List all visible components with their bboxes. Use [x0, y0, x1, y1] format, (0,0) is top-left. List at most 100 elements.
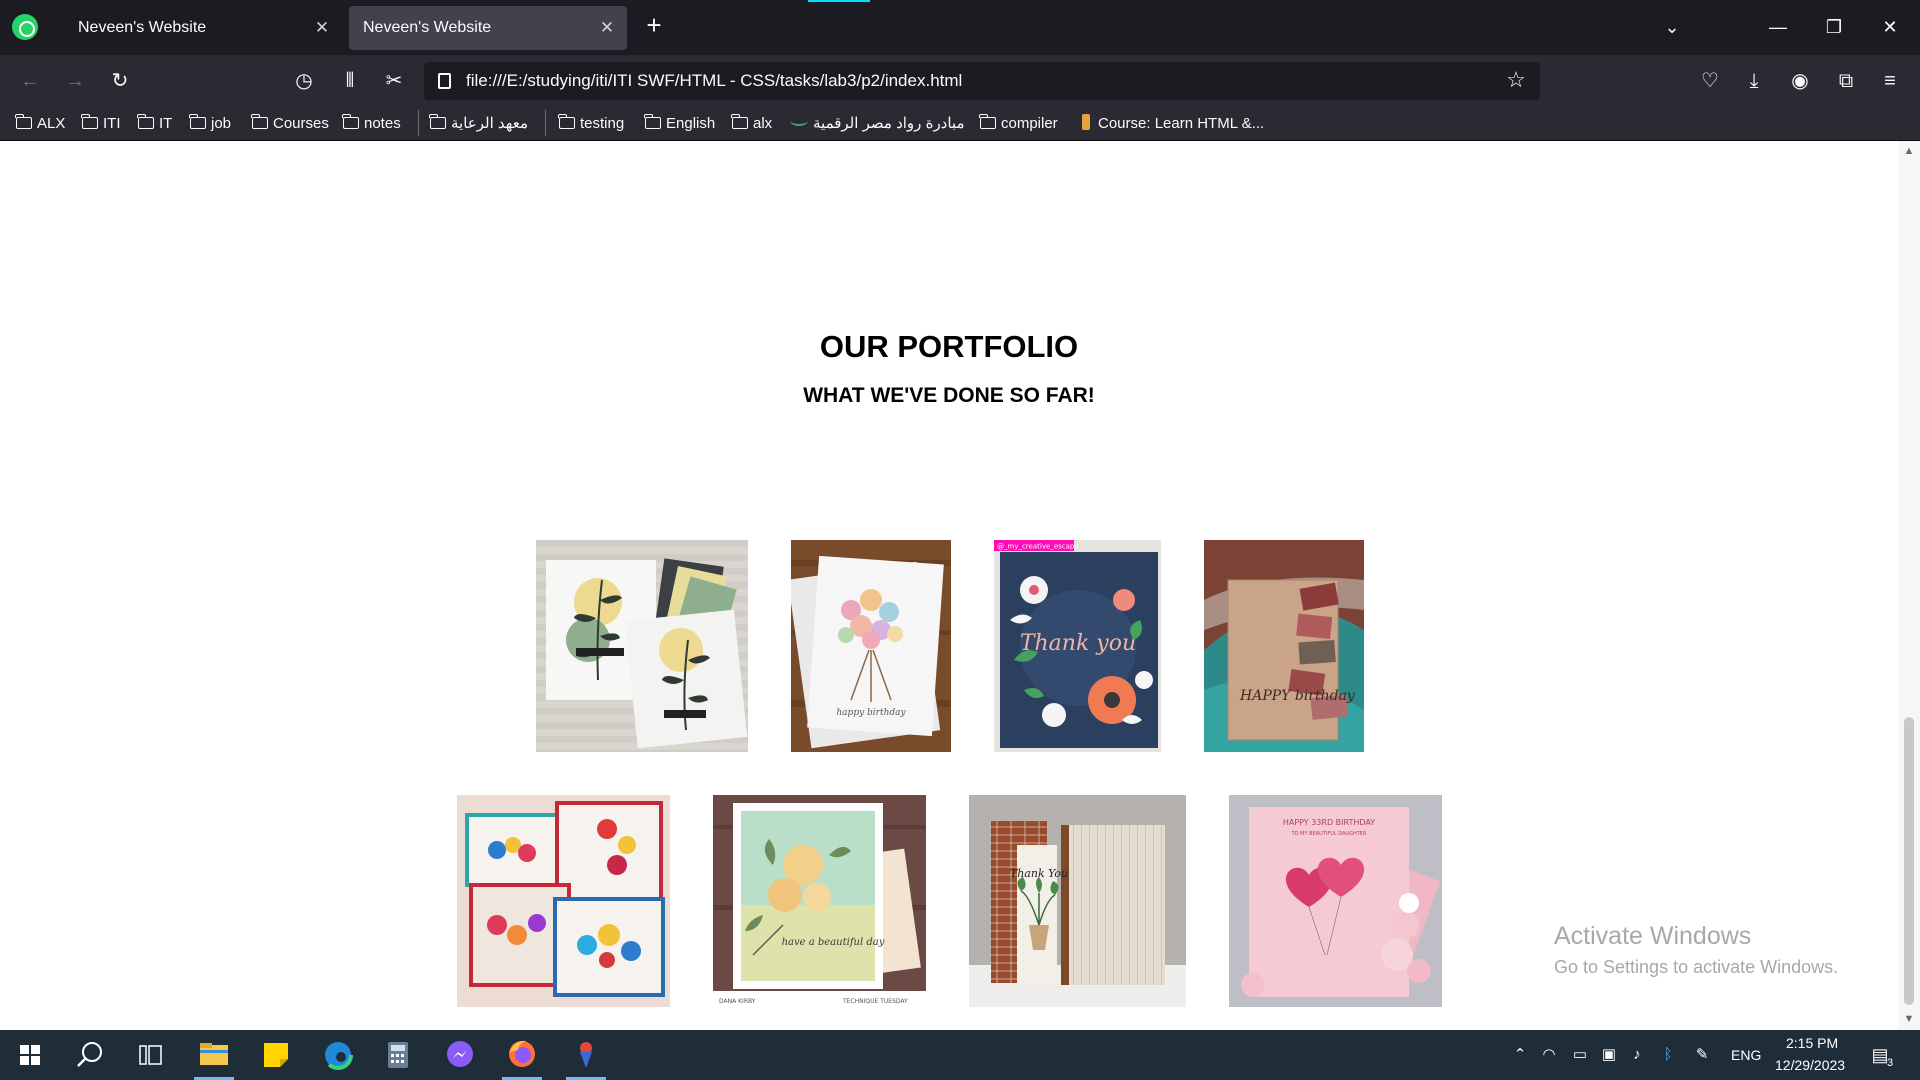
- bookmark-folder[interactable]: notes: [342, 113, 401, 135]
- download-icon[interactable]: ⤓: [1740, 67, 1768, 95]
- messenger-icon[interactable]: [434, 1030, 486, 1080]
- extensions-icon[interactable]: ⧉: [1832, 67, 1860, 95]
- url-bar[interactable]: file:///E:/studying/iti/ITI SWF/HTML - C…: [424, 62, 1540, 100]
- tab-bar: Neveen's Website ✕ Neveen's Website ✕ + …: [0, 0, 1920, 55]
- page-viewport: OUR PORTFOLIO WHAT WE'VE DONE SO FAR! ha…: [0, 141, 1920, 1030]
- chevron-up-icon[interactable]: ⌃: [1510, 1045, 1530, 1065]
- calculator-icon[interactable]: [372, 1030, 424, 1080]
- navigation-toolbar: ← → ↻ ◷ ⫴ ✂ file:///E:/studying/iti/ITI …: [0, 55, 1920, 107]
- tab-active[interactable]: Neveen's Website ✕: [349, 6, 627, 50]
- bookmark-separator: [545, 110, 546, 136]
- firefox-icon[interactable]: [496, 1030, 548, 1080]
- restore-button[interactable]: ❐: [1816, 12, 1852, 42]
- card-caption: have a beautiful day: [782, 937, 885, 948]
- page-scrollbar[interactable]: ▲ ▼: [1898, 141, 1920, 1030]
- volume-icon[interactable]: ♪: [1627, 1045, 1647, 1065]
- tab-inactive[interactable]: Neveen's Website ✕: [64, 6, 342, 50]
- new-tab-button[interactable]: +: [642, 12, 666, 38]
- start-button[interactable]: [4, 1030, 56, 1080]
- scroll-down-icon[interactable]: ▼: [1903, 1013, 1915, 1025]
- folder-icon: [644, 114, 661, 129]
- url-text[interactable]: file:///E:/studying/iti/ITI SWF/HTML - C…: [466, 62, 962, 100]
- folder-icon: [251, 114, 268, 129]
- minimize-button[interactable]: —: [1760, 12, 1796, 42]
- history-icon[interactable]: ◷: [290, 67, 318, 95]
- bluetooth-icon[interactable]: ᛒ: [1658, 1045, 1678, 1065]
- task-view-icon[interactable]: [124, 1030, 176, 1080]
- sticky-notes-icon[interactable]: [250, 1030, 302, 1080]
- language-indicator[interactable]: ENG: [1731, 1047, 1761, 1063]
- card-credit-left: DANA KIRBY: [719, 998, 756, 1005]
- battery-icon[interactable]: ▭: [1570, 1045, 1590, 1065]
- reload-button[interactable]: ↻: [106, 67, 134, 95]
- portfolio-image-leaf-cards: [536, 540, 748, 752]
- portfolio-image-envelopes-card: HAPPY birthday: [1204, 540, 1364, 752]
- search-icon[interactable]: [64, 1030, 116, 1080]
- card-credit-right: TECHNIQUE TUESDAY: [842, 998, 908, 1005]
- folder-icon: [189, 114, 206, 129]
- file-explorer-icon[interactable]: [188, 1030, 240, 1080]
- scroll-up-icon[interactable]: ▲: [1903, 145, 1915, 157]
- portfolio-image-beautiful-day-card: DANA KIRBY TECHNIQUE TUESDAY have a beau…: [713, 795, 926, 1007]
- menu-icon[interactable]: ≡: [1876, 67, 1904, 95]
- close-window-button[interactable]: ✕: [1872, 12, 1908, 42]
- whatsapp-icon[interactable]: [12, 14, 38, 40]
- page-subtitle: WHAT WE'VE DONE SO FAR!: [803, 384, 1095, 407]
- card-tag: @_my_creative_escape_: [997, 543, 1083, 551]
- card-caption: happy birthday: [836, 708, 906, 718]
- folder-icon: [81, 114, 98, 129]
- pen-icon[interactable]: ✎: [1692, 1045, 1712, 1065]
- screenshot-icon[interactable]: ✂: [380, 67, 408, 95]
- edge-icon[interactable]: [312, 1030, 364, 1080]
- card-caption: HAPPY birthday: [1239, 688, 1356, 704]
- bookmark-folder[interactable]: job: [189, 113, 231, 135]
- clock-time[interactable]: 2:15 PM: [1786, 1035, 1838, 1051]
- folder-icon: [342, 114, 359, 129]
- bookmark-separator: [418, 110, 419, 136]
- tab-accent-line: [808, 0, 870, 2]
- bookmark-star-icon[interactable]: ☆: [1502, 66, 1530, 94]
- list-all-tabs-icon[interactable]: ⌄: [1654, 12, 1690, 42]
- close-icon[interactable]: ✕: [312, 6, 332, 50]
- portfolio-image-thank-you-plant-card: Thank You: [969, 795, 1186, 1007]
- app-icon[interactable]: [560, 1030, 612, 1080]
- bookmark-link[interactable]: مبادرة رواد مصر الرقمية: [790, 113, 965, 135]
- portfolio-image-bouquet-card: happy birthday: [791, 540, 951, 752]
- bookmark-folder[interactable]: compiler: [979, 113, 1058, 135]
- notifications-count: 3: [1887, 1057, 1894, 1069]
- folder-icon: [558, 114, 575, 129]
- bookmark-folder[interactable]: alx: [731, 113, 772, 135]
- clock-date[interactable]: 12/29/2023: [1775, 1057, 1845, 1073]
- bookmark-folder[interactable]: معهد الرعاية: [429, 113, 528, 135]
- pocket-icon[interactable]: ♡: [1696, 67, 1724, 95]
- folder-icon: [731, 114, 748, 129]
- page-icon: [438, 73, 451, 89]
- course-favicon: [1082, 114, 1090, 130]
- account-icon[interactable]: ◉: [1786, 67, 1814, 95]
- bookmark-folder[interactable]: English: [644, 113, 715, 135]
- portfolio-image-rose-cards: [457, 795, 670, 1007]
- folder-icon: [429, 114, 446, 129]
- portfolio-image-heart-balloons-card: HAPPY 33RD BIRTHDAY TO MY BEAUTIFUL DAUG…: [1229, 795, 1442, 1007]
- forward-button[interactable]: →: [61, 67, 89, 95]
- back-button[interactable]: ←: [16, 67, 44, 95]
- bookmark-folder[interactable]: ITI: [81, 113, 121, 135]
- meet-now-icon[interactable]: ▣: [1599, 1045, 1619, 1065]
- page-title: OUR PORTFOLIO: [819, 329, 1079, 364]
- card-caption-sub: TO MY BEAUTIFUL DAUGHTER: [1291, 831, 1367, 837]
- tab-title: Neveen's Website: [78, 19, 207, 36]
- windows-activation-subtitle: Go to Settings to activate Windows.: [1554, 957, 1839, 977]
- portfolio-image-thank-you-card: @_my_creative_escape_ Thank you: [994, 540, 1161, 752]
- bookmark-folder[interactable]: IT: [137, 113, 172, 135]
- site-favicon: [790, 116, 808, 126]
- library-icon[interactable]: ⫴: [336, 67, 364, 95]
- folder-icon: [137, 114, 154, 129]
- wifi-icon[interactable]: ◠: [1539, 1045, 1559, 1065]
- bookmark-link[interactable]: Course: Learn HTML &...: [1082, 113, 1264, 135]
- bookmark-folder[interactable]: testing: [558, 113, 624, 135]
- windows-taskbar: ⌃ ◠ ▭ ▣ ♪ ᛒ ✎ ENG 2:15 PM 12/29/2023 ▤ 3: [0, 1030, 1920, 1080]
- close-icon[interactable]: ✕: [597, 6, 617, 50]
- bookmark-folder[interactable]: ALX: [15, 113, 65, 135]
- bookmark-folder[interactable]: Courses: [251, 113, 329, 135]
- scrollbar-thumb[interactable]: [1904, 717, 1914, 1005]
